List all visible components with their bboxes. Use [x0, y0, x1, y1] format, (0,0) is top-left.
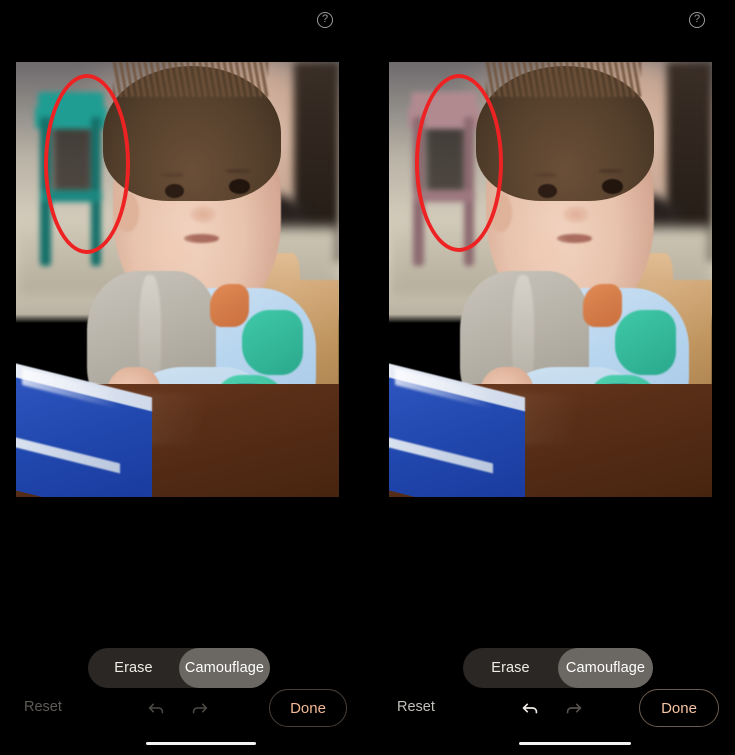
stool-rail	[40, 189, 103, 203]
baby-nose	[563, 205, 590, 223]
undo-arrow-icon[interactable]	[141, 693, 171, 723]
help-circle-icon[interactable]: ?	[689, 12, 705, 28]
undo-arrow-icon[interactable]	[515, 693, 545, 723]
home-indicator	[146, 742, 256, 745]
baby-eye-left	[164, 183, 184, 198]
stool-object-after	[408, 92, 486, 267]
bib-orange-patch	[209, 283, 249, 328]
panel-before: ? Erase Camouflage Reset Done	[0, 0, 367, 755]
baby-ear	[489, 192, 512, 232]
mode-toggle-before[interactable]: Erase Camouflage	[88, 648, 270, 688]
comparison-stage: ? Erase Camouflage Reset Done ? Erase Ca…	[0, 0, 735, 755]
mode-camouflage-button[interactable]: Camouflage	[558, 648, 653, 688]
stool-rail	[413, 189, 476, 203]
bib-orange-patch	[582, 283, 622, 328]
done-button[interactable]: Done	[269, 689, 347, 727]
stool-inner-shadow	[425, 123, 466, 194]
panel-after: ? Erase Camouflage Reset Done	[367, 0, 735, 755]
photo-canvas-before[interactable]	[16, 62, 339, 497]
bottom-toolbar-after: Reset Done	[367, 687, 735, 733]
dinosaur-print-upper	[242, 309, 304, 376]
redo-arrow-icon[interactable]	[559, 693, 589, 723]
baby-cheek	[145, 227, 197, 276]
bottom-toolbar-before: Reset Done	[0, 687, 367, 733]
done-button[interactable]: Done	[639, 689, 719, 727]
reset-button[interactable]: Reset	[397, 699, 435, 715]
top-bar-before: ?	[0, 0, 367, 46]
stool-object-before	[35, 92, 113, 267]
baby-ear	[116, 192, 139, 232]
baby-nose	[190, 205, 217, 223]
baby-brow-left	[534, 172, 557, 178]
photo-image-before	[16, 62, 339, 497]
redo-arrow-icon[interactable]	[185, 693, 215, 723]
baby-cheek	[518, 227, 570, 276]
dinosaur-print-upper	[615, 309, 677, 376]
photo-canvas-after[interactable]	[389, 62, 712, 497]
photo-image-after	[389, 62, 712, 497]
reset-button[interactable]: Reset	[24, 699, 62, 715]
mode-toggle-after[interactable]: Erase Camouflage	[463, 648, 653, 688]
mode-camouflage-button[interactable]: Camouflage	[179, 648, 270, 688]
baby-eye-left	[537, 183, 557, 198]
help-circle-icon[interactable]: ?	[317, 12, 333, 28]
baby-brow-left	[161, 172, 184, 178]
baby-hair-spikes	[112, 62, 268, 97]
baby-brow-right	[598, 168, 624, 173]
baby-brow-right	[225, 168, 251, 173]
home-indicator	[519, 742, 631, 745]
baby-hair-spikes	[485, 62, 641, 97]
top-bar-after: ?	[367, 0, 735, 46]
mode-erase-button[interactable]: Erase	[463, 648, 558, 688]
mode-erase-button[interactable]: Erase	[88, 648, 179, 688]
stool-inner-shadow	[52, 123, 93, 194]
